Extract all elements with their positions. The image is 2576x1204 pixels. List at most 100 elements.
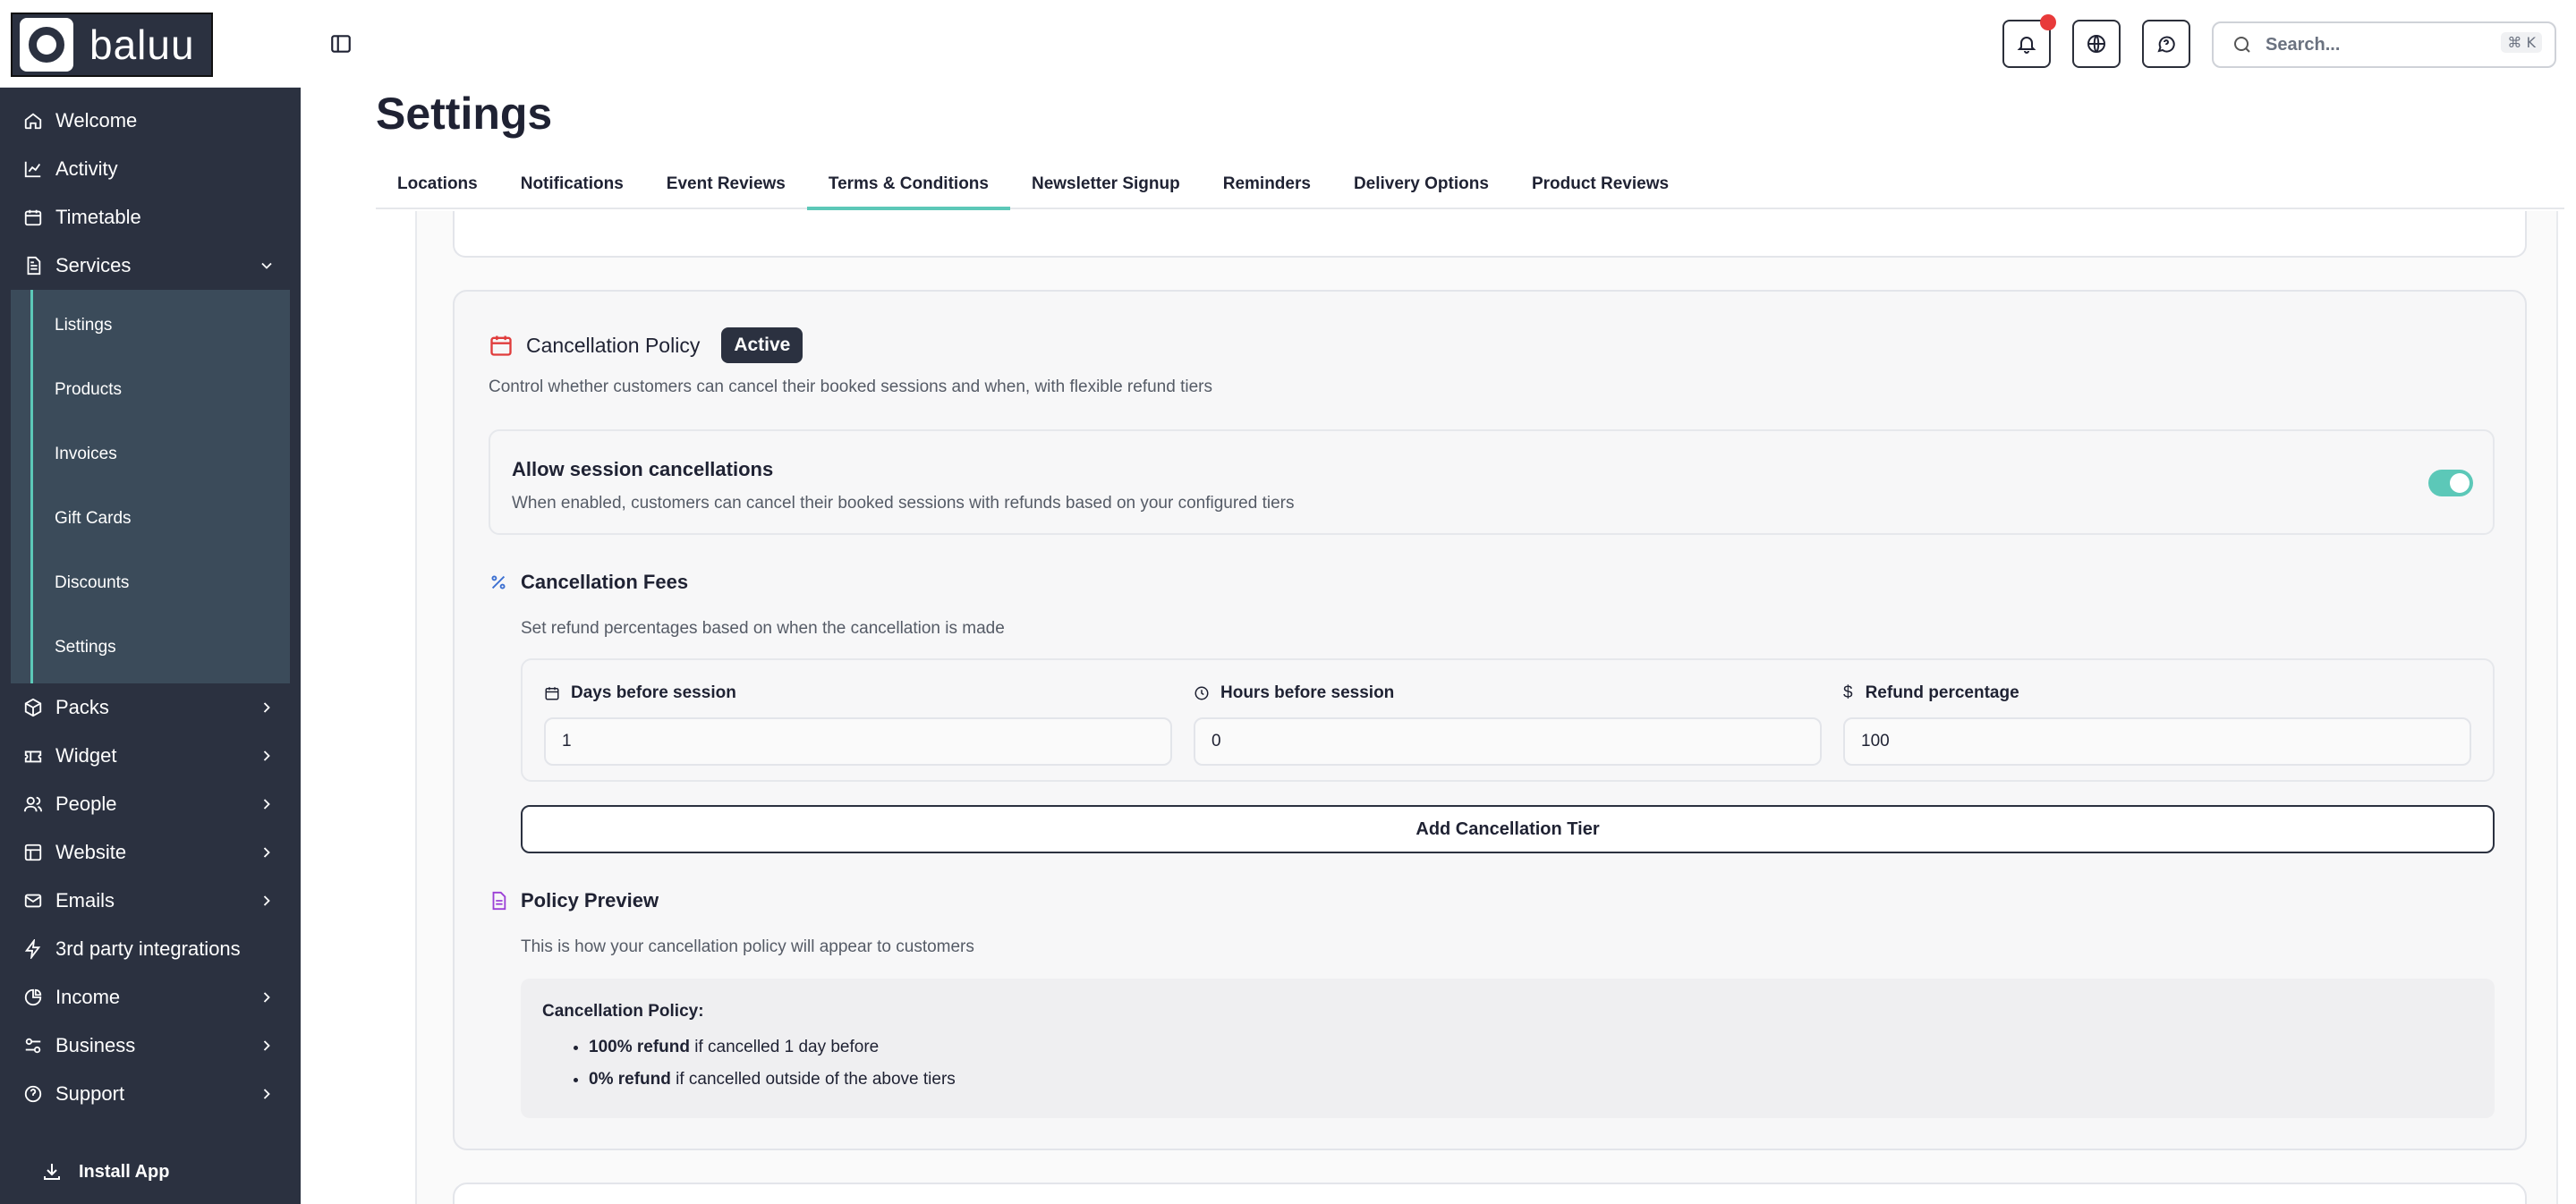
download-icon <box>44 1164 60 1180</box>
notifications-button[interactable] <box>2002 14 2056 68</box>
language-button[interactable] <box>2072 20 2121 68</box>
sidebar-item-label: Website <box>55 841 127 863</box>
sidebar-item-welcome[interactable]: Welcome <box>0 97 301 145</box>
content-area: Cancellation Policy Active Control wheth… <box>415 211 2558 1204</box>
pie-icon <box>23 988 43 1007</box>
hours-label: Hours before session <box>1220 683 1395 702</box>
sidebar-item-emails[interactable]: Emails <box>0 877 301 925</box>
sidebar: baluu Welcome Activity Timetable Service… <box>0 0 301 1204</box>
sidebar-subitem-invoices[interactable]: Invoices <box>11 422 290 487</box>
tab-notifications[interactable]: Notifications <box>499 161 645 208</box>
sidebar-item-packs[interactable]: Packs <box>0 683 301 732</box>
bolt-icon <box>23 939 43 959</box>
sidebar-item-label: People <box>55 793 117 815</box>
help-icon <box>23 1084 43 1104</box>
logo[interactable]: baluu <box>11 13 213 77</box>
refund-input[interactable] <box>1843 717 2471 766</box>
sidebar-subitem-settings[interactable]: Settings <box>11 615 290 680</box>
chart-icon <box>23 159 43 179</box>
sidebar-subitem-products[interactable]: Products <box>11 358 290 422</box>
sidebar-subitem-listings[interactable]: Listings <box>11 293 290 358</box>
dollar-icon: $ <box>1843 683 1853 702</box>
sidebar-toggle-icon[interactable] <box>329 32 353 55</box>
tab-delivery-options[interactable]: Delivery Options <box>1332 161 1510 208</box>
card-description: Control whether customers can cancel the… <box>489 377 1212 396</box>
logo-text: baluu <box>89 21 195 68</box>
sidebar-item-services[interactable]: Services <box>0 242 301 290</box>
logo-area: baluu <box>0 0 301 88</box>
sidebar-item-website[interactable]: Website <box>0 828 301 877</box>
services-subnav: Listings Products Invoices Gift Cards Di… <box>11 290 290 683</box>
install-app-label: Install App <box>79 1161 170 1182</box>
tab-product-reviews[interactable]: Product Reviews <box>1510 161 1690 208</box>
mail-icon <box>23 891 43 911</box>
chevron-down-icon <box>258 257 276 275</box>
sidebar-item-people[interactable]: People <box>0 780 301 828</box>
cancellation-policy-card: Cancellation Policy Active Control wheth… <box>453 290 2527 1150</box>
clock-icon <box>1194 686 1209 700</box>
allow-cancellations-toggle[interactable] <box>2428 470 2473 496</box>
document-icon <box>23 256 43 276</box>
hours-input[interactable] <box>1194 717 1822 766</box>
sidebar-item-support[interactable]: Support <box>0 1070 301 1118</box>
people-icon <box>23 794 43 814</box>
cancellation-tier: Days before session Hours before session… <box>521 658 2495 782</box>
previous-card <box>453 211 2527 258</box>
card-title: Cancellation Policy <box>526 333 701 357</box>
sidebar-item-label: Support <box>55 1082 125 1105</box>
preview-box-title: Cancellation Policy: <box>542 1002 704 1021</box>
sidebar-item-label: Services <box>55 254 132 276</box>
tab-locations[interactable]: Locations <box>376 161 499 208</box>
refund-field: $ Refund percentage <box>1843 683 2471 766</box>
allow-cancellations-title: Allow session cancellations <box>512 458 774 480</box>
sidebar-item-label: 3rd party integrations <box>55 937 241 960</box>
search-input[interactable]: Search... ⌘ K <box>2212 21 2556 68</box>
cancellation-fees-description: Set refund percentages based on when the… <box>521 619 1005 638</box>
sidebar-item-widget[interactable]: Widget <box>0 732 301 780</box>
policy-preview-description: This is how your cancellation policy wil… <box>521 937 974 956</box>
sidebar-item-timetable[interactable]: Timetable <box>0 193 301 242</box>
sidebar-item-label: Packs <box>55 696 109 718</box>
percent-icon <box>489 572 508 592</box>
settings-tabs: Locations Notifications Event Reviews Te… <box>376 161 2564 210</box>
calendar-icon <box>490 335 512 356</box>
sidebar-item-label: Income <box>55 986 121 1008</box>
sidebar-item-activity[interactable]: Activity <box>0 145 301 193</box>
page-title: Settings <box>376 89 553 139</box>
sidebar-item-business[interactable]: Business <box>0 1022 301 1070</box>
search-placeholder: Search... <box>2266 34 2341 55</box>
card-header: Cancellation Policy Active <box>489 327 803 363</box>
tab-newsletter-signup[interactable]: Newsletter Signup <box>1010 161 1202 208</box>
globe-icon <box>2087 35 2105 53</box>
sidebar-item-label: Welcome <box>55 109 138 131</box>
tab-terms-conditions[interactable]: Terms & Conditions <box>806 161 1011 210</box>
list-item: 100% refund if cancelled 1 day before <box>589 1038 956 1057</box>
days-field: Days before session <box>544 683 1172 766</box>
chevron-right-icon <box>258 1037 276 1055</box>
preview-list: 100% refund if cancelled 1 day before 0%… <box>589 1038 956 1102</box>
install-app-button[interactable]: Install App <box>41 1161 169 1183</box>
add-cancellation-tier-button[interactable]: Add Cancellation Tier <box>521 805 2495 853</box>
sidebar-item-income[interactable]: Income <box>0 973 301 1022</box>
sliders-icon <box>23 1036 43 1056</box>
days-input[interactable] <box>544 717 1172 766</box>
cancellation-fees-header: Cancellation Fees <box>489 571 688 594</box>
chevron-right-icon <box>258 988 276 1006</box>
sidebar-subitem-gift-cards[interactable]: Gift Cards <box>11 487 290 551</box>
ticket-icon <box>23 746 43 766</box>
sidebar-subitem-discounts[interactable]: Discounts <box>11 551 290 615</box>
chat-icon <box>2157 36 2175 53</box>
next-card <box>453 1183 2527 1204</box>
sidebar-item-integrations[interactable]: 3rd party integrations <box>0 925 301 973</box>
days-label: Days before session <box>571 683 736 702</box>
cancellation-fees-title: Cancellation Fees <box>521 571 689 593</box>
tab-event-reviews[interactable]: Event Reviews <box>645 161 807 208</box>
tab-reminders[interactable]: Reminders <box>1202 161 1332 208</box>
document-icon <box>489 891 508 911</box>
policy-preview-box: Cancellation Policy: 100% refund if canc… <box>521 979 2495 1118</box>
sidebar-item-label: Widget <box>55 744 117 767</box>
chevron-right-icon <box>258 699 276 716</box>
policy-preview-title: Policy Preview <box>521 889 659 911</box>
sidebar-nav: Welcome Activity Timetable Services List… <box>0 97 301 1118</box>
chat-button[interactable] <box>2142 20 2190 68</box>
